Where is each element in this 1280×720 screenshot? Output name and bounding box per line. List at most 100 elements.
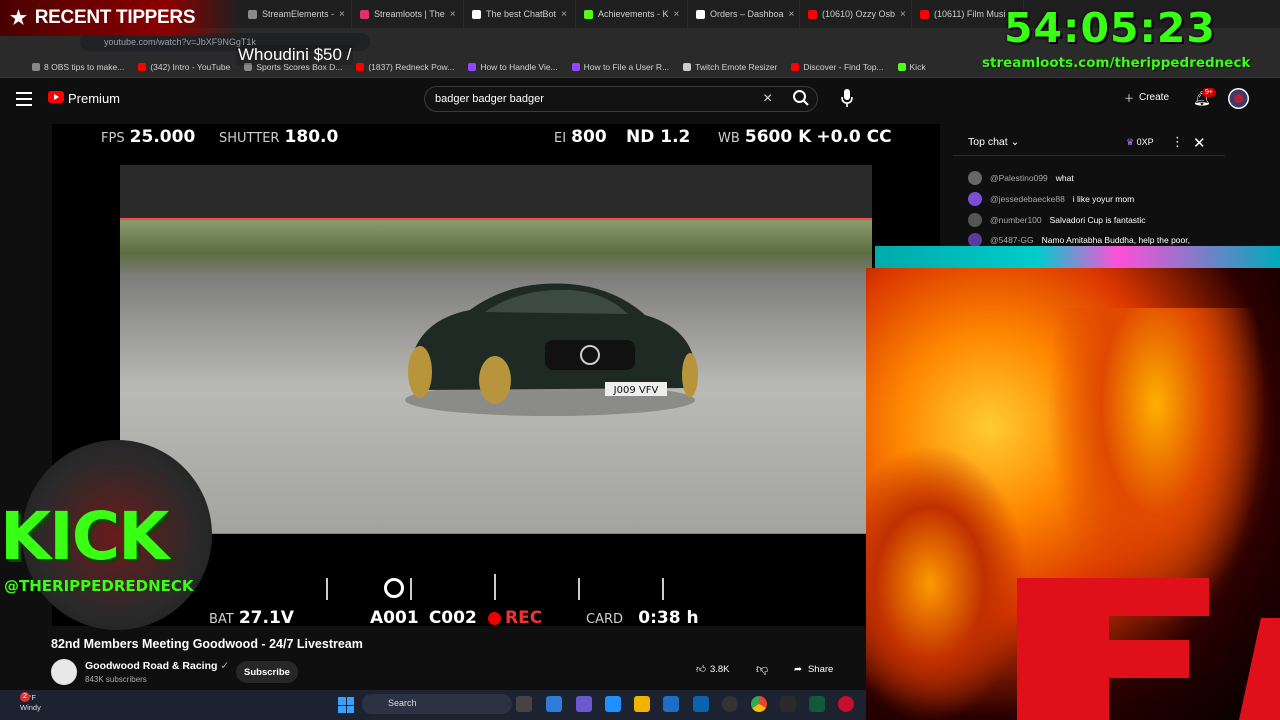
recent-tippers-banner: ★ RECENT TIPPERS — [0, 0, 240, 36]
browser-tab[interactable]: Achievements - K × — [576, 0, 688, 28]
subscribe-button[interactable]: Subscribe — [236, 661, 298, 683]
hud-nd: ND 1.2 — [626, 127, 690, 147]
bookmark-label: 8 OBS tips to make... — [44, 61, 125, 72]
browser-tab[interactable]: The best ChatBot × — [464, 0, 576, 28]
search-input[interactable]: badger badger badger — [424, 86, 818, 112]
terminal-icon[interactable] — [809, 696, 825, 712]
outlook-icon[interactable] — [693, 696, 709, 712]
browser-tab[interactable]: StreamElements - × — [240, 0, 352, 28]
chat-avatar — [968, 192, 982, 206]
xp-badge[interactable]: ♛ 0XP — [1126, 137, 1154, 148]
chrome-icon[interactable] — [751, 696, 767, 712]
tab-favicon-icon — [584, 9, 593, 19]
bookmark-item[interactable]: How to File a User R... — [571, 62, 669, 72]
verified-icon: ✓ — [220, 660, 230, 672]
chat-username[interactable]: @jessedebaecke88 — [990, 194, 1065, 204]
close-tab-icon[interactable]: × — [789, 9, 795, 20]
bookmark-favicon-icon — [138, 62, 147, 71]
bookmark-item[interactable]: 8 OBS tips to make... — [32, 62, 124, 72]
hud-rec-label: REC — [505, 608, 543, 628]
close-tab-icon[interactable]: × — [339, 9, 345, 20]
app-icon[interactable] — [780, 696, 796, 712]
teams-icon[interactable] — [576, 696, 592, 712]
like-button[interactable]: 👍︎ 3.8K — [696, 663, 730, 676]
close-chat-icon[interactable]: ✕ — [1193, 134, 1206, 152]
bookmark-item[interactable]: Kick — [897, 62, 926, 72]
share-button[interactable]: ➦ Share — [794, 664, 833, 675]
file-explorer-icon[interactable] — [634, 696, 650, 712]
more-options-icon[interactable]: ⋮ — [1171, 134, 1184, 150]
tab-label: (10611) Film Musi — [934, 9, 1006, 19]
clear-search-icon[interactable]: × — [763, 90, 772, 108]
thumbs-up-icon: 👍︎ — [696, 664, 706, 675]
bookmark-item[interactable]: Twitch Emote Resizer — [683, 62, 777, 72]
obs-icon[interactable] — [722, 696, 738, 712]
chat-message[interactable]: @Palestino099 what — [968, 171, 1220, 185]
like-count: 3.8K — [709, 663, 730, 675]
youtube-premium-label[interactable]: Premium — [68, 91, 120, 106]
bookmark-favicon-icon — [468, 62, 477, 71]
bookmark-favicon-icon — [356, 62, 365, 71]
hud-battery: BAT 27.1V — [209, 608, 294, 628]
hud-nd-value: ND 1.2 — [626, 127, 691, 147]
dislike-button-icon[interactable]: 👎︎ — [756, 662, 768, 677]
bookmark-item[interactable]: (1837) Redneck Pow... — [356, 62, 454, 72]
chevron-down-icon: ⌄ — [1010, 136, 1020, 148]
chat-text: what — [1055, 173, 1074, 183]
browser-tab[interactable]: Orders – Dashboa × — [688, 0, 800, 28]
hud-bat-label: BAT — [209, 612, 234, 627]
share-label: Share — [807, 664, 834, 675]
taskbar-search[interactable]: Search — [362, 694, 512, 714]
close-tab-icon[interactable]: × — [561, 9, 567, 20]
chat-mode-label: Top chat — [968, 136, 1008, 148]
bookmark-label: Twitch Emote Resizer — [695, 61, 778, 72]
edge-icon[interactable] — [605, 696, 621, 712]
search-icon[interactable] — [792, 89, 810, 107]
weather-condition: Windy — [20, 703, 41, 712]
frame-guide-line — [120, 218, 872, 219]
chat-username[interactable]: @Palestino099 — [990, 173, 1048, 183]
account-avatar[interactable] — [1228, 88, 1249, 109]
channel-avatar[interactable] — [51, 659, 77, 685]
chat-username[interactable]: @number100 — [990, 215, 1042, 225]
tab-favicon-icon — [920, 9, 929, 19]
close-tab-icon[interactable]: × — [450, 9, 456, 20]
record-dot-icon — [488, 611, 501, 625]
hud-card: CARD 0:38 h — [586, 608, 699, 628]
task-view-icon[interactable] — [516, 696, 532, 712]
bookmark-item[interactable]: Discover - Find Top... — [791, 62, 884, 72]
hud-fps-label: FPS — [101, 131, 125, 146]
chat-avatar — [968, 213, 982, 227]
hud-ei-value: 800 — [571, 127, 607, 147]
copilot-icon[interactable] — [546, 696, 562, 712]
windows-start-icon[interactable] — [338, 697, 354, 713]
channel-name[interactable]: Goodwood Road & Racing ✓ — [85, 660, 229, 672]
close-tab-icon[interactable]: × — [674, 9, 680, 20]
menu-icon[interactable] — [16, 92, 32, 106]
chat-message[interactable]: @number100 Salvadori Cup is fantastic — [968, 213, 1220, 227]
bookmark-label: (342) Intro - YouTube — [150, 61, 231, 72]
create-label: Create — [1139, 92, 1170, 103]
browser-tab[interactable]: (10610) Ozzy Osb × — [800, 0, 912, 28]
youtube-logo-icon[interactable] — [48, 91, 64, 103]
kick-handle: @THERIPPEDREDNECK — [4, 577, 194, 595]
create-button[interactable]: ＋ Create — [1124, 90, 1169, 105]
chat-username[interactable]: @5487-GG — [990, 235, 1034, 245]
microphone-icon[interactable] — [840, 88, 854, 108]
overlay-color-strip — [875, 246, 1280, 268]
xp-value: 0XP — [1136, 137, 1154, 147]
app-red-icon[interactable] — [838, 696, 854, 712]
chat-message[interactable]: @5487-GG Namo Amitabha Buddha, help the p… — [968, 233, 1220, 247]
tab-label: The best ChatBot — [486, 9, 557, 19]
bookmark-item[interactable]: (342) Intro - YouTube — [138, 62, 230, 72]
hud-shutter-label: SHUTTER — [219, 131, 280, 146]
chat-message[interactable]: @jessedebaecke88 i like yoyur mom — [968, 192, 1220, 206]
browser-tab[interactable]: Streamloots | The × — [352, 0, 464, 28]
hud-clip-c: C002 — [428, 608, 477, 628]
subscriber-count: 843K subscribers — [85, 675, 147, 684]
chat-mode-dropdown[interactable]: Top chat ⌄ — [968, 136, 1019, 148]
channel-name-text: Goodwood Road & Racing — [85, 660, 218, 672]
bookmark-item[interactable]: How to Handle Vie... — [468, 62, 558, 72]
store-icon[interactable] — [663, 696, 679, 712]
close-tab-icon[interactable]: × — [900, 9, 906, 20]
